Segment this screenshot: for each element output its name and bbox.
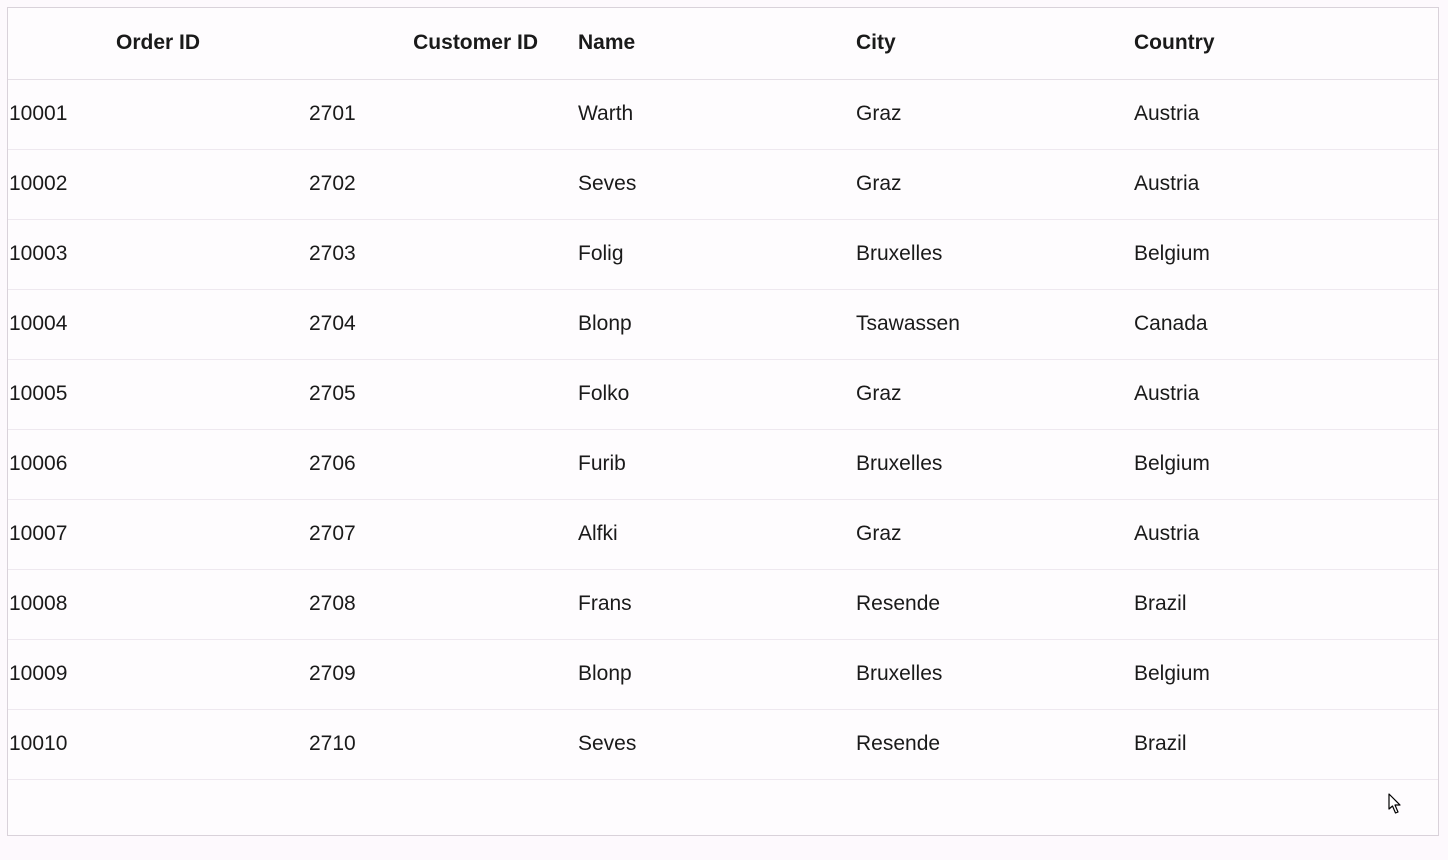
cell-name[interactable]: Frans: [578, 569, 856, 639]
grid-body: 10001 2701 Warth Graz Austria 10002 2702…: [8, 79, 1438, 779]
cell-order-id[interactable]: 10006: [8, 429, 308, 499]
cell-country[interactable]: Canada: [1134, 289, 1438, 359]
cell-city[interactable]: Resende: [856, 569, 1134, 639]
table-row[interactable]: 10005 2705 Folko Graz Austria: [8, 359, 1438, 429]
table-row[interactable]: 10006 2706 Furib Bruxelles Belgium: [8, 429, 1438, 499]
header-row: Order ID Customer ID Name City Country: [8, 8, 1438, 79]
cell-order-id[interactable]: 10001: [8, 79, 308, 149]
cell-customer-id[interactable]: 2707: [308, 499, 578, 569]
cell-order-id[interactable]: 10004: [8, 289, 308, 359]
cell-customer-id[interactable]: 2708: [308, 569, 578, 639]
table-row[interactable]: 10010 2710 Seves Resende Brazil: [8, 709, 1438, 779]
cell-name[interactable]: Blonp: [578, 289, 856, 359]
cell-city[interactable]: Bruxelles: [856, 429, 1134, 499]
cell-country[interactable]: Austria: [1134, 359, 1438, 429]
data-grid[interactable]: Order ID Customer ID Name City Country 1…: [8, 8, 1438, 780]
cell-order-id[interactable]: 10003: [8, 219, 308, 289]
cell-city[interactable]: Tsawassen: [856, 289, 1134, 359]
cell-name[interactable]: Alfki: [578, 499, 856, 569]
cell-order-id[interactable]: 10007: [8, 499, 308, 569]
cell-customer-id[interactable]: 2702: [308, 149, 578, 219]
cell-name[interactable]: Warth: [578, 79, 856, 149]
cell-country[interactable]: Belgium: [1134, 219, 1438, 289]
header-country[interactable]: Country: [1134, 8, 1438, 79]
header-name[interactable]: Name: [578, 8, 856, 79]
cell-name[interactable]: Blonp: [578, 639, 856, 709]
cell-name[interactable]: Folko: [578, 359, 856, 429]
cell-name[interactable]: Seves: [578, 709, 856, 779]
table-row[interactable]: 10009 2709 Blonp Bruxelles Belgium: [8, 639, 1438, 709]
cell-city[interactable]: Graz: [856, 149, 1134, 219]
cell-order-id[interactable]: 10010: [8, 709, 308, 779]
data-grid-container: Order ID Customer ID Name City Country 1…: [7, 7, 1439, 836]
cell-city[interactable]: Resende: [856, 709, 1134, 779]
table-row[interactable]: 10003 2703 Folig Bruxelles Belgium: [8, 219, 1438, 289]
cell-order-id[interactable]: 10009: [8, 639, 308, 709]
cell-country[interactable]: Austria: [1134, 149, 1438, 219]
cell-city[interactable]: Graz: [856, 79, 1134, 149]
cell-order-id[interactable]: 10005: [8, 359, 308, 429]
cell-country[interactable]: Brazil: [1134, 569, 1438, 639]
cell-city[interactable]: Bruxelles: [856, 219, 1134, 289]
cell-name[interactable]: Seves: [578, 149, 856, 219]
cell-name[interactable]: Furib: [578, 429, 856, 499]
cell-customer-id[interactable]: 2710: [308, 709, 578, 779]
cell-customer-id[interactable]: 2703: [308, 219, 578, 289]
cell-order-id[interactable]: 10002: [8, 149, 308, 219]
cell-country[interactable]: Brazil: [1134, 709, 1438, 779]
cell-customer-id[interactable]: 2705: [308, 359, 578, 429]
cell-country[interactable]: Austria: [1134, 79, 1438, 149]
table-row[interactable]: 10001 2701 Warth Graz Austria: [8, 79, 1438, 149]
table-row[interactable]: 10007 2707 Alfki Graz Austria: [8, 499, 1438, 569]
cell-city[interactable]: Graz: [856, 359, 1134, 429]
cell-customer-id[interactable]: 2704: [308, 289, 578, 359]
cell-country[interactable]: Austria: [1134, 499, 1438, 569]
table-row[interactable]: 10004 2704 Blonp Tsawassen Canada: [8, 289, 1438, 359]
cell-customer-id[interactable]: 2709: [308, 639, 578, 709]
header-city[interactable]: City: [856, 8, 1134, 79]
table-row[interactable]: 10002 2702 Seves Graz Austria: [8, 149, 1438, 219]
header-customer-id[interactable]: Customer ID: [308, 8, 578, 79]
header-order-id[interactable]: Order ID: [8, 8, 308, 79]
cell-customer-id[interactable]: 2706: [308, 429, 578, 499]
cell-city[interactable]: Bruxelles: [856, 639, 1134, 709]
table-row[interactable]: 10008 2708 Frans Resende Brazil: [8, 569, 1438, 639]
cell-country[interactable]: Belgium: [1134, 639, 1438, 709]
cell-city[interactable]: Graz: [856, 499, 1134, 569]
cell-customer-id[interactable]: 2701: [308, 79, 578, 149]
cell-country[interactable]: Belgium: [1134, 429, 1438, 499]
cell-name[interactable]: Folig: [578, 219, 856, 289]
cell-order-id[interactable]: 10008: [8, 569, 308, 639]
